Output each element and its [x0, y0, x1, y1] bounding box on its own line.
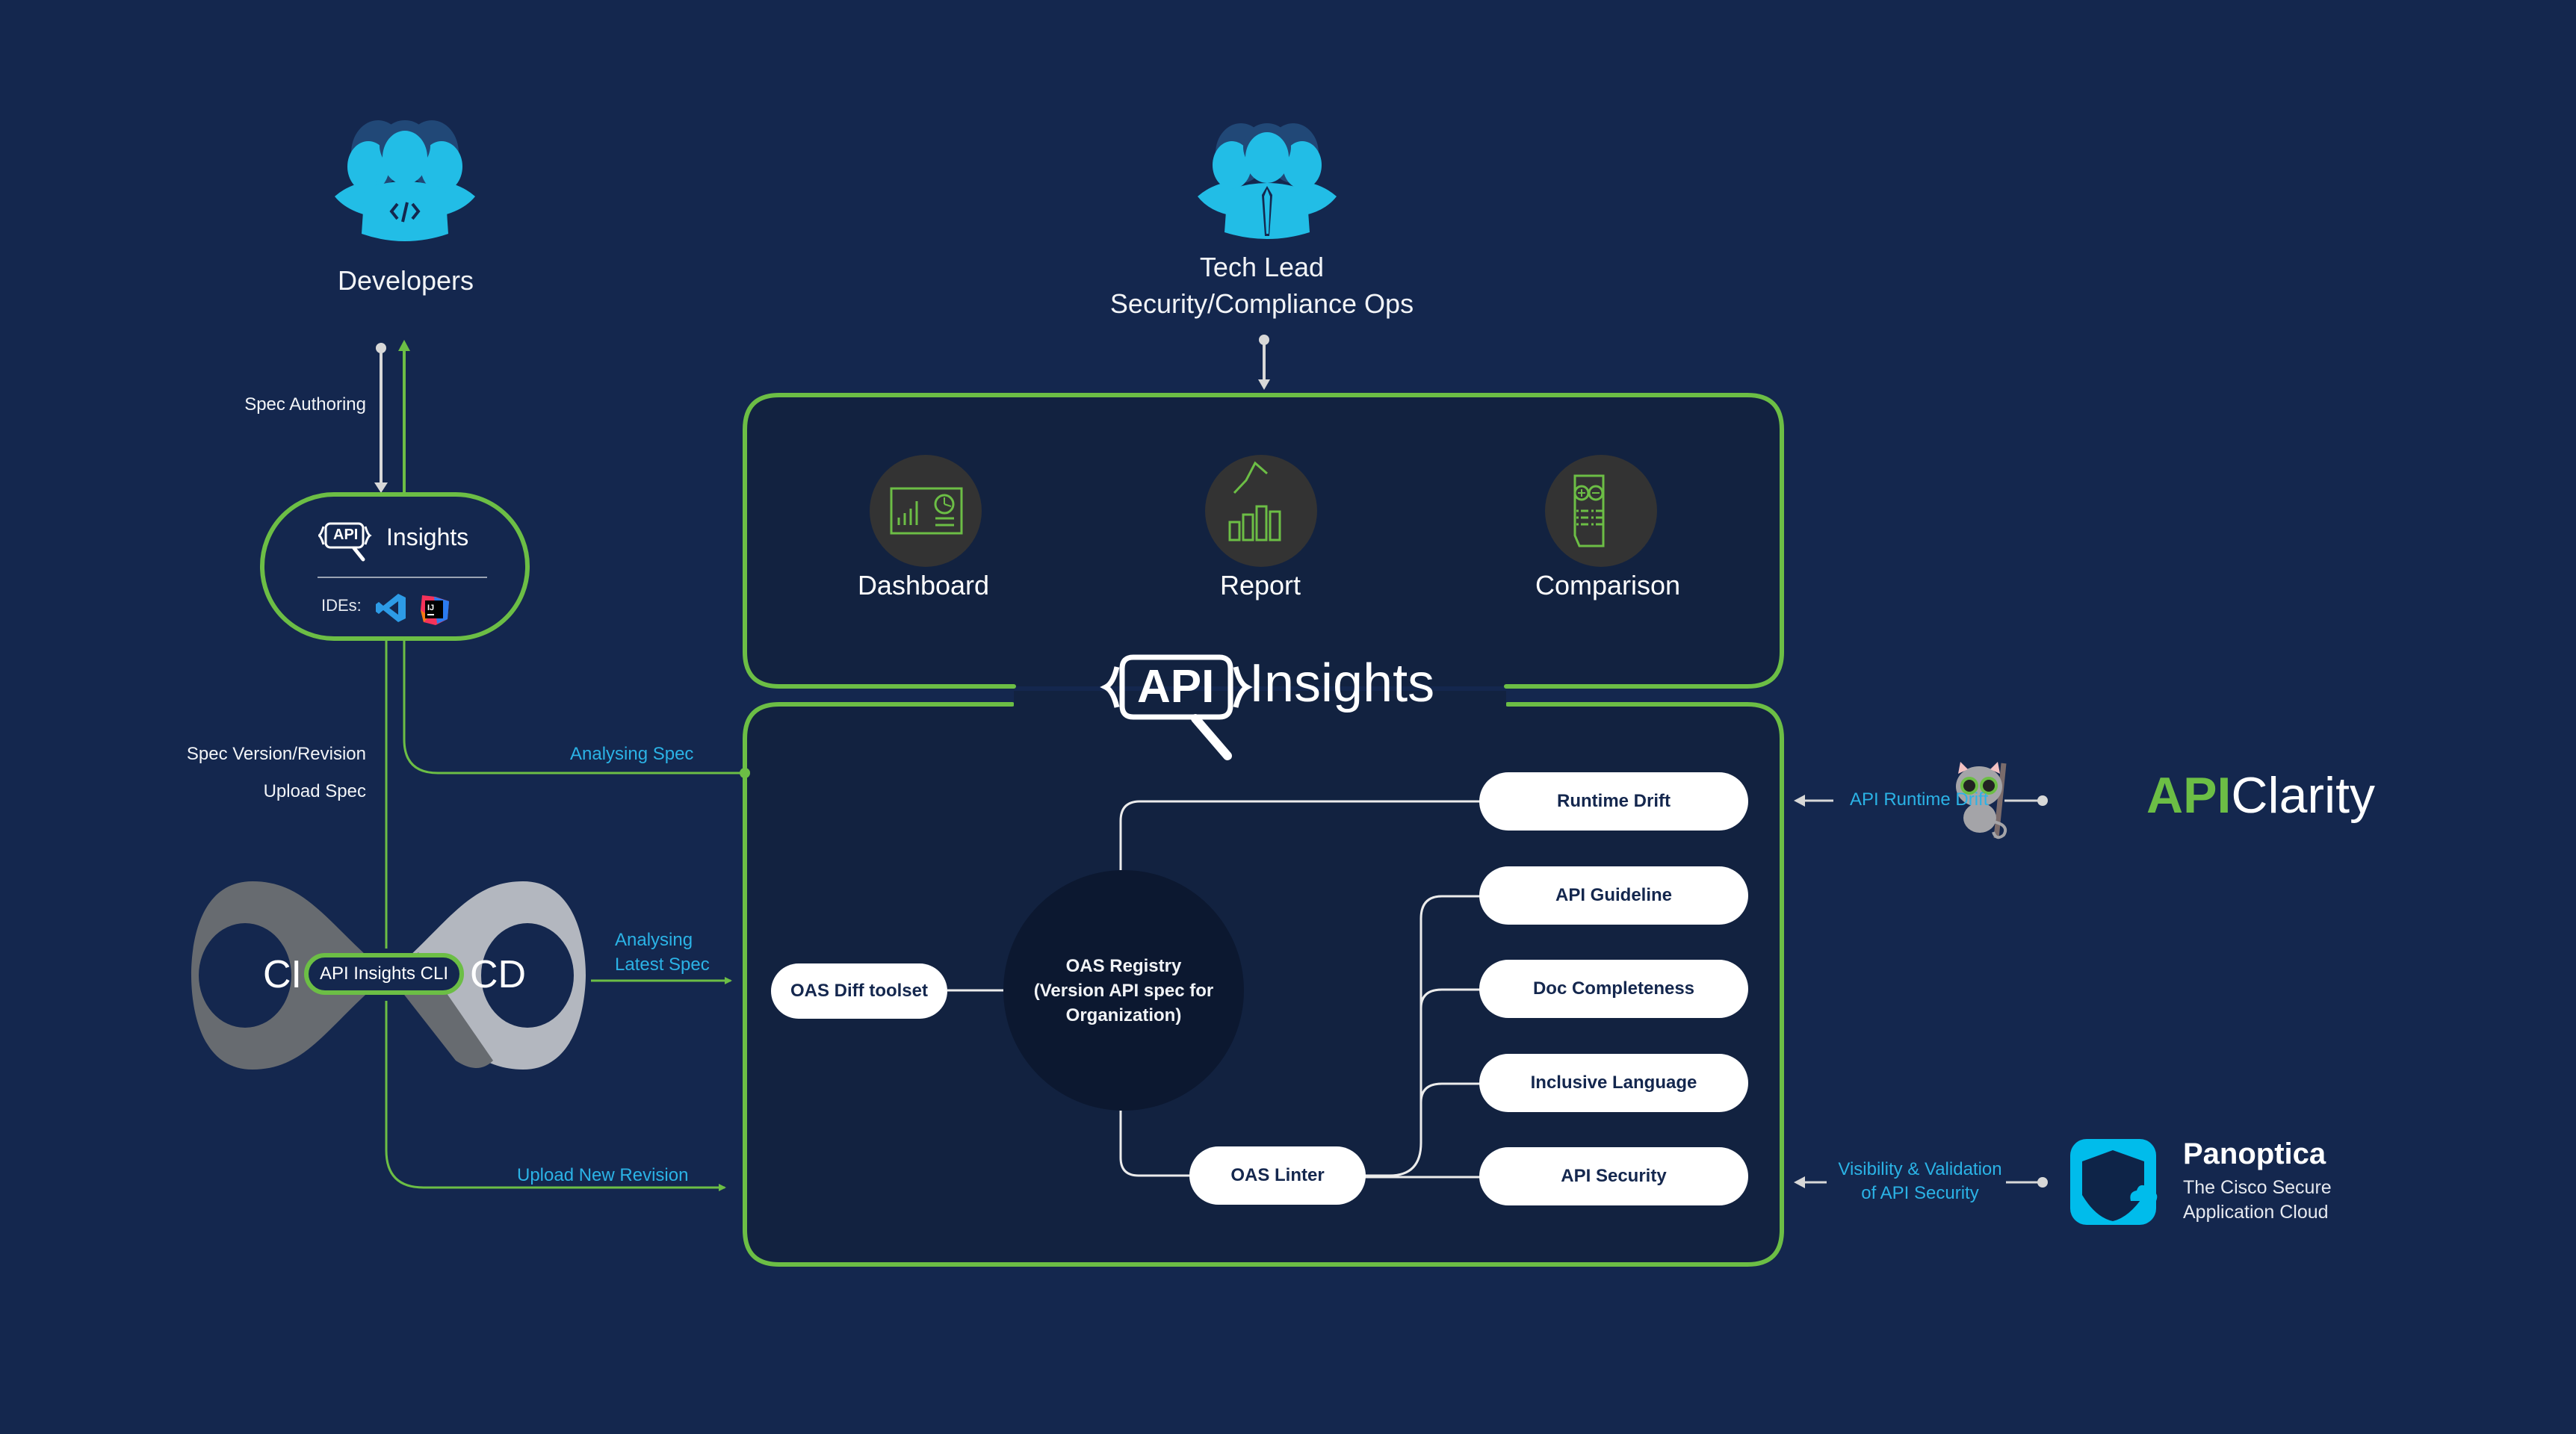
apiclarity-api-text: API [2146, 767, 2232, 824]
intellij-icon[interactable]: IJ [419, 594, 449, 625]
oas-diff-toolset-node[interactable]: OAS Diff toolset [771, 963, 947, 1019]
connector-arrowhead [1258, 379, 1270, 390]
visibility-label-1: Visibility & Validation [1838, 1159, 2002, 1179]
api-runtime-drift-label: API Runtime Drift [1850, 789, 1989, 810]
analysing-latest-spec-label-2: Latest Spec [615, 955, 710, 975]
connector-arrowhead [374, 482, 388, 493]
registry-subtitle-2: Organization) [1065, 1005, 1182, 1025]
business-group-icon [1198, 123, 1337, 239]
brand-api-text: API [1137, 661, 1215, 713]
ci-label: CI [263, 953, 302, 996]
mini-api-logo: API [317, 521, 378, 562]
oas-registry-node[interactable]: OAS Registry (Version API spec for Organ… [1003, 870, 1244, 1111]
check-api-guideline[interactable]: API Guideline [1479, 866, 1748, 925]
svg-text:IJ: IJ [427, 603, 434, 612]
registry-title: OAS Registry [1065, 955, 1182, 976]
panoptica-title[interactable]: Panoptica [2183, 1137, 2326, 1171]
feature-comparison[interactable]: Comparison [1535, 570, 1680, 601]
spec-authoring-label: Spec Authoring [244, 394, 366, 415]
upload-spec-label: Upload Spec [263, 781, 366, 801]
tech-lead-label: Tech Lead [1199, 252, 1325, 282]
check-doc-completeness[interactable]: Doc Completeness [1479, 960, 1748, 1018]
feature-report[interactable]: Report [1220, 570, 1301, 601]
security-compliance-label: Security/Compliance Ops [1109, 288, 1414, 319]
mini-api-text: API [333, 527, 359, 543]
panoptica-subtitle-1: The Cisco Secure [2183, 1177, 2332, 1198]
arrowhead [1794, 1176, 1805, 1188]
registry-subtitle-1: (Version API spec for [1033, 980, 1214, 1001]
analysing-spec-label: Analysing Spec [570, 744, 694, 764]
brand-insights-text: Insights [1249, 654, 1435, 713]
vscode-icon[interactable] [376, 592, 406, 624]
check-inclusive-language[interactable]: Inclusive Language [1479, 1054, 1748, 1112]
cd-label: CD [470, 953, 527, 996]
panoptica-shield-icon [2070, 1139, 2158, 1225]
connector-start-dot [1259, 335, 1269, 345]
arrowhead [1794, 795, 1805, 807]
mini-insights-text: Insights [386, 524, 469, 550]
apiclarity-logo[interactable]: APIClarity [2146, 766, 2375, 825]
ides-label: IDEs: [321, 596, 362, 615]
analysing-spec-node [740, 768, 750, 778]
analysing-latest-spec-label-1: Analysing [615, 930, 693, 950]
oas-linter-node[interactable]: OAS Linter [1189, 1146, 1366, 1205]
feedback-arrowhead [398, 340, 410, 351]
comparison-document-icon [1545, 455, 1657, 567]
connector-start-dot [2037, 795, 2048, 806]
connector-start-dot [2037, 1177, 2048, 1188]
check-runtime-drift[interactable]: Runtime Drift [1479, 772, 1748, 831]
apiclarity-clarity-text: Clarity [2231, 767, 2376, 824]
developers-group-icon [335, 120, 475, 241]
connector-start-dot [376, 343, 386, 353]
feature-dashboard[interactable]: Dashboard [858, 570, 989, 601]
api-insights-cli-badge[interactable]: API Insights CLI [304, 953, 464, 995]
dashboard-icon [870, 455, 982, 567]
developers-label: Developers [337, 265, 474, 296]
upload-new-revision-label: Upload New Revision [517, 1165, 689, 1185]
visibility-label-2: of API Security [1861, 1183, 1979, 1203]
panoptica-subtitle-2: Application Cloud [2183, 1202, 2329, 1223]
report-chart-icon [1205, 455, 1317, 567]
spec-version-label: Spec Version/Revision [186, 744, 366, 764]
check-api-security[interactable]: API Security [1479, 1147, 1748, 1205]
